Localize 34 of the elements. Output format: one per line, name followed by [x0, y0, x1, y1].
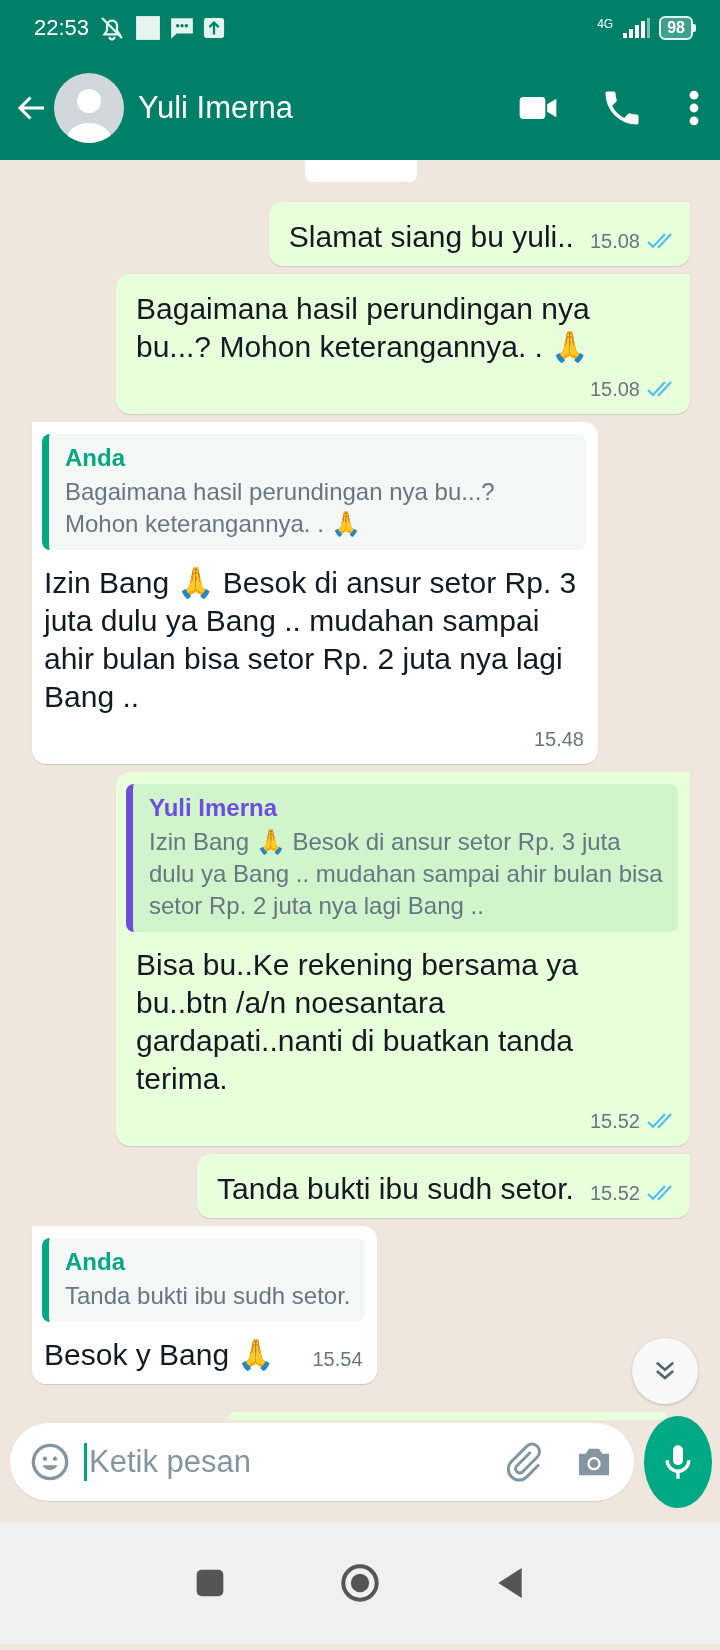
- message-time: 15.52: [589, 1109, 640, 1134]
- battery-level: 98: [659, 16, 693, 40]
- message-time: 15.54: [312, 1347, 363, 1372]
- message-text: Izin Bang 🙏 Besok di ansur setor Rp. 3 juta dulu ya Bang .. mudahan sampai ahir bulan bisa setor Rp. 2 juta nya lagi Bang ..: [44, 565, 578, 715]
- quoted-message[interactable]: Anda Bagaimana hasil perundingan nya bu...? Mohon keterangannya. . 🙏: [42, 434, 586, 550]
- message-text: Bagaimana hasil perundingan nya bu...? Mohon keterangannya. . 🙏: [136, 291, 591, 365]
- network-type: 4G: [597, 17, 614, 31]
- message-input[interactable]: Ketik pesan: [84, 1443, 490, 1481]
- status-time: 22:53: [34, 15, 90, 41]
- contact-name[interactable]: Yuli Imerna: [138, 90, 476, 126]
- quote-text: Tanda bukti ibu sudh setor.: [65, 1281, 351, 1311]
- home-icon[interactable]: [340, 1563, 380, 1603]
- quoted-message[interactable]: Anda Tanda bukti ibu sudh setor.: [42, 1238, 365, 1322]
- quote-text: Izin Bang 🙏 Besok di ansur setor Rp. 3 juta dulu ya Bang .. mudahan sampai ahir bulan bisa setor Rp. 2 juta nya lagi Bang ..: [149, 827, 664, 921]
- emoji-icon[interactable]: [30, 1442, 70, 1482]
- message-text: Slamat siang bu yuli..: [288, 219, 574, 255]
- message-field[interactable]: Ketik pesan: [10, 1423, 634, 1501]
- message-text: Bisa bu..Ke rekening bersama ya bu..btn /a/n noesantara gardapati..nanti di buatkan tanda terima.: [136, 947, 579, 1097]
- message-time: 15.52: [589, 1181, 640, 1206]
- square-icon: [135, 15, 162, 41]
- upload-icon: [203, 17, 226, 39]
- message-time: 15.08: [589, 377, 640, 402]
- message-text: Besok y Bang 🙏: [44, 1337, 275, 1373]
- quote-author: Anda: [65, 443, 127, 473]
- message-icon: [169, 15, 196, 41]
- quote-author: Anda: [65, 1247, 127, 1277]
- quote-author: Yuli Imerna: [149, 793, 279, 823]
- message-time: 15.48: [533, 727, 584, 752]
- message-time: 15.08: [589, 229, 640, 254]
- quoted-message[interactable]: Yuli Imerna Izin Bang 🙏 Besok di ansur setor Rp. 3 juta dulu ya Bang .. mudahan sampai ahir bulan bisa setor Rp. 2 juta nya lagi Bang ..: [126, 784, 678, 932]
- message-text: Tanda bukti ibu sudh setor.: [217, 1171, 574, 1207]
- scroll-down-button[interactable]: [632, 1338, 698, 1404]
- quote-text: Bagaimana hasil perundingan nya bu...? Mohon keterangannya. . 🙏: [65, 477, 496, 539]
- paperclip-icon[interactable]: [504, 1442, 544, 1482]
